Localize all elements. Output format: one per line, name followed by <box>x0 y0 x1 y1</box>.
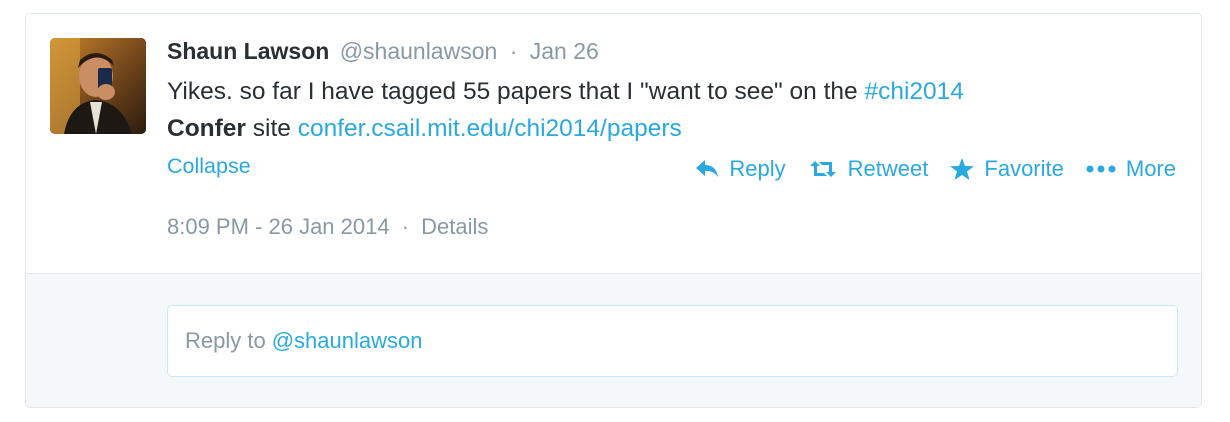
header-separator: · <box>509 38 518 64</box>
retweet-icon <box>808 159 838 179</box>
reply-icon <box>695 159 719 179</box>
collapse-link[interactable]: Collapse <box>167 154 251 179</box>
tweet-text-part1: Yikes. so far I have tagged 55 papers th… <box>167 78 865 105</box>
avatar-photo <box>50 38 146 134</box>
author-screenname[interactable]: @shaunlawson <box>340 38 498 64</box>
reply-label: Reply <box>729 156 786 181</box>
tweet-timestamp: 8:09 PM - 26 Jan 2014 <box>167 214 390 239</box>
avatar[interactable] <box>50 38 146 134</box>
retweet-button[interactable]: Retweet <box>808 156 929 182</box>
author-fullname[interactable]: Shaun Lawson <box>167 38 329 64</box>
favorite-label: Favorite <box>984 156 1064 181</box>
details-link[interactable]: Details <box>421 214 488 239</box>
more-dots-icon <box>1086 165 1116 173</box>
tweet-text: Yikes. so far I have tagged 55 papers th… <box>167 73 1177 147</box>
url-link[interactable]: confer.csail.mit.edu/chi2014/papers <box>298 115 682 142</box>
reply-placeholder-mention: @shaunlawson <box>271 328 423 353</box>
more-button[interactable]: More <box>1086 156 1176 182</box>
tweet-text-bold: Confer <box>167 115 246 142</box>
more-label: More <box>1125 156 1176 181</box>
retweet-label: Retweet <box>847 156 929 181</box>
favorite-button[interactable]: Favorite <box>950 156 1064 182</box>
tweet-meta: 8:09 PM - 26 Jan 2014 · Details <box>167 214 488 240</box>
meta-separator: · <box>401 214 410 239</box>
reply-input[interactable]: Reply to @shaunlawson <box>167 305 1178 377</box>
reply-button[interactable]: Reply <box>695 156 786 182</box>
tweet-date[interactable]: Jan 26 <box>530 38 599 64</box>
tweet-header: Shaun Lawson @shaunlawson · Jan 26 <box>167 36 599 66</box>
reply-area: Reply to @shaunlawson <box>26 274 1201 407</box>
star-icon <box>950 158 975 180</box>
expanded-tweet: Shaun Lawson @shaunlawson · Jan 26 Yikes… <box>26 14 1201 273</box>
tweet-card: Shaun Lawson @shaunlawson · Jan 26 Yikes… <box>25 13 1202 408</box>
tweet-text-part2: site <box>245 115 298 142</box>
reply-placeholder-prefix: Reply to <box>185 328 266 353</box>
tweet-actions: Reply Retweet Favorite More <box>673 156 1176 182</box>
hashtag-link[interactable]: #chi2014 <box>864 78 963 105</box>
